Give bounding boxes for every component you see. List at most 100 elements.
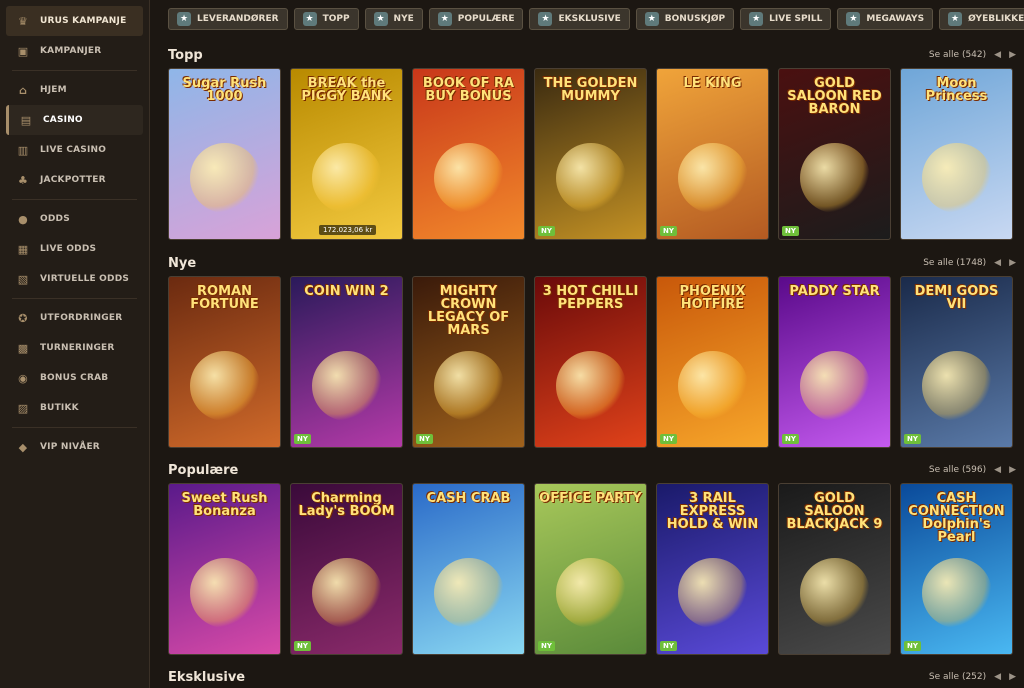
game-title: Moon Princess [925,76,988,104]
sidebar-item-turneringer[interactable]: ▩ TURNERINGER [6,333,143,363]
game-card[interactable]: Sugar Rush 1000 [168,68,281,240]
chevron-left-icon[interactable]: ◀ [994,50,1001,60]
sidebar-item-label: UTFORDRINGER [40,313,123,323]
home-icon: ⌂ [18,83,28,97]
game-artwork [677,558,748,628]
sidebar-item-live-odds[interactable]: ▦ LIVE ODDS [6,234,143,264]
see-all-link[interactable]: Se alle (252) [929,672,986,682]
game-card[interactable]: PHOENIX HOTFIRE NY [656,276,769,448]
sidebar-item-label: URUS KAMPANJE [40,16,127,26]
game-card[interactable]: BOOK OF RA BUY BONUS [412,68,525,240]
sidebar-item-butikk[interactable]: ▨ BUTIKK [6,393,143,423]
nav-top-button[interactable]: ★ TOPP [293,8,359,30]
sidebar-divider [12,298,137,299]
sidebar-divider [12,70,137,71]
new-badge: NY [782,434,799,444]
nav-new-button[interactable]: ★ NYE [364,8,423,30]
chevron-left-icon[interactable]: ◀ [994,258,1001,268]
new-badge: NY [538,226,555,236]
game-card[interactable]: 3 HOT CHILLI PEPPERS [534,276,647,448]
nav-megaways-button[interactable]: ★ MEGAWAYS [837,8,934,30]
sidebar: ♛ URUS KAMPANJE ▣ KAMPANJER ⌂ HJEM ▤ CASINO ▥ LIV… [0,0,150,688]
game-title: 3 HOT CHILLI PEPPERS [542,284,639,312]
new-badge: NY [782,226,799,236]
game-card[interactable]: MIGHTY CROWN LEGACY OF MARS NY [412,276,525,448]
new-badge: NY [538,641,555,651]
chevron-right-icon[interactable]: ▶ [1009,258,1016,268]
nav-live-games-button[interactable]: ★ LIVE SPILL [740,8,832,30]
diamond-icon: ◆ [18,440,28,454]
nav-bonus-buy-button[interactable]: ★ BONUSKJØP [635,8,735,30]
section-nye: Nye Se alle (1748) ◀ ▶ ROMAN FORTUNE COIN WIN… [168,252,1016,448]
sidebar-item-jackpotter[interactable]: ♣ JACKPOTTER [6,165,143,195]
game-card[interactable]: GOLD SALOON RED BARON NY [778,68,891,240]
game-title: DEMI GODS VII [914,284,999,312]
game-artwork [799,558,870,628]
nav-providers-button[interactable]: ★ LEVERANDØRER [168,8,288,30]
nav-label: POPULÆRE [457,14,515,24]
sidebar-item-label: VIRTUELLE ODDS [40,274,130,284]
game-card[interactable]: ROMAN FORTUNE [168,276,281,448]
chevron-right-icon[interactable]: ▶ [1009,50,1016,60]
sidebar-divider [12,427,137,428]
game-artwork [677,143,748,213]
game-card[interactable]: COIN WIN 2 NY [290,276,403,448]
sidebar-item-live-casino[interactable]: ▥ LIVE CASINO [6,135,143,165]
see-all-link[interactable]: Se alle (1748) [923,258,986,268]
sidebar-item-hjem[interactable]: ⌂ HJEM [6,75,143,105]
sidebar-item-virtuelle-odds[interactable]: ▧ VIRTUELLE ODDS [6,264,143,294]
trophy-icon: ♛ [17,14,29,28]
crab-icon: ◉ [18,371,28,385]
game-artwork [433,558,504,628]
game-card[interactable]: Moon Princess [900,68,1013,240]
game-title: GOLD SALOON BLACKJACK 9 [786,491,883,532]
sidebar-item-casino[interactable]: ▤ CASINO [6,105,143,135]
sidebar-item-utfordringer[interactable]: ✪ UTFORDRINGER [6,303,143,333]
game-card[interactable]: THE GOLDEN MUMMY NY [534,68,647,240]
see-all-group: Se alle (252) ◀ ▶ [929,672,1016,682]
game-title: CASH CRAB [426,491,511,506]
game-card[interactable]: CASH CRAB [412,483,525,655]
game-card[interactable]: BREAK the PIGGY BANK 172.023,06 kr [290,68,403,240]
chevron-right-icon[interactable]: ▶ [1009,465,1016,475]
new-icon: ★ [373,12,388,26]
sidebar-item-label: VIP NIVÅER [40,442,100,452]
sidebar-item-bonus-crab[interactable]: ◉ BONUS CRAB [6,363,143,393]
chevron-left-icon[interactable]: ◀ [994,465,1001,475]
main-content: ★ LEVERANDØRER ★ TOPP ★ NYE ★ POPULÆRE ★ EKSKLUSI… [158,0,1024,688]
game-card[interactable]: CASH CONNECTION Dolphin's Pearl NY [900,483,1013,655]
nav-popular-button[interactable]: ★ POPULÆRE [428,8,524,30]
nav-exclusive-button[interactable]: ★ EKSKLUSIVE [529,8,630,30]
game-card[interactable]: GOLD SALOON BLACKJACK 9 [778,483,891,655]
game-card[interactable]: Charming Lady's BOOM NY [290,483,403,655]
sidebar-item-kampanjer[interactable]: ▣ KAMPANJER [6,36,143,66]
sidebar-item-vip-nivåer[interactable]: ◆ VIP NIVÅER [6,432,143,462]
sidebar-divider [12,199,137,200]
game-card[interactable]: DEMI GODS VII NY [900,276,1013,448]
game-card[interactable]: LE KING NY [656,68,769,240]
nav-instant-games-button[interactable]: ★ ØYEBLIKKELIGE SPILL [939,8,1024,30]
nav-label: EKSKLUSIVE [558,14,621,24]
game-card[interactable]: 3 RAIL EXPRESS HOLD & WIN NY [656,483,769,655]
sidebar-item-odds[interactable]: ● ODDS [6,204,143,234]
chevron-left-icon[interactable]: ◀ [994,672,1001,682]
see-all-link[interactable]: Se alle (596) [929,465,986,475]
game-card[interactable]: Sweet Rush Bonanza [168,483,281,655]
chevron-right-icon[interactable]: ▶ [1009,672,1016,682]
game-artwork [311,143,382,213]
game-card[interactable]: PADDY STAR NY [778,276,891,448]
sidebar-item-label: BUTIKK [40,403,79,413]
sidebar-item-label: TURNERINGER [40,343,115,353]
nav-label: NYE [393,14,414,24]
sidebar-item-urus-kampanje[interactable]: ♛ URUS KAMPANJE [6,6,143,36]
section-title: Eksklusive [168,669,246,685]
nav-label: ØYEBLIKKELIGE SPILL [968,14,1024,24]
sidebar-item-label: HJEM [40,85,67,95]
megaways-icon: ★ [846,12,861,26]
game-artwork [921,558,992,628]
game-artwork [311,351,382,421]
game-card[interactable]: OFFICE PARTY NY [534,483,647,655]
see-all-link[interactable]: Se alle (542) [929,50,986,60]
section-header: Populære Se alle (596) ◀ ▶ [168,459,1016,481]
casino-icon: ▤ [20,113,32,127]
